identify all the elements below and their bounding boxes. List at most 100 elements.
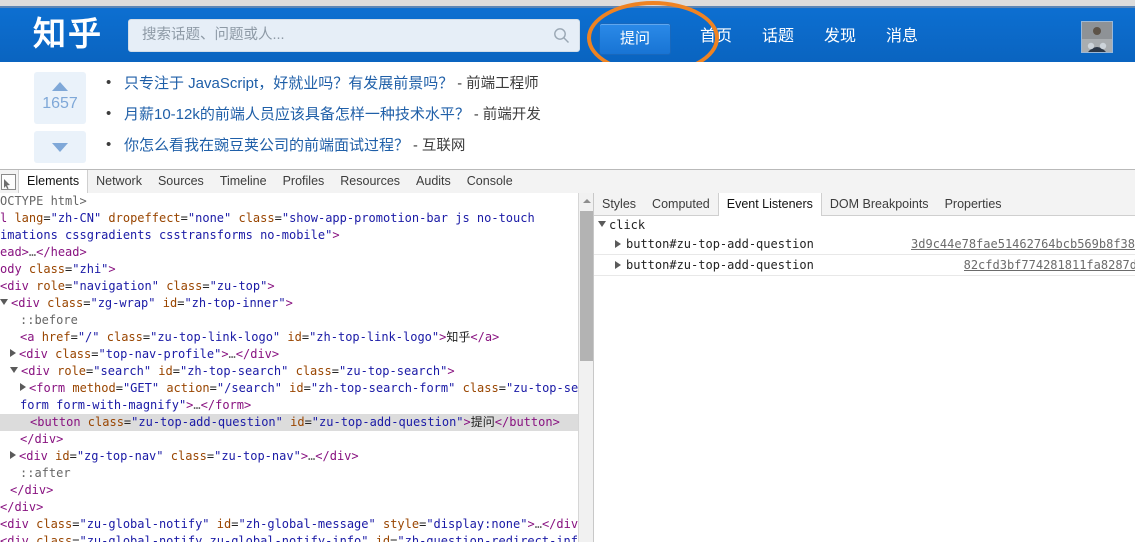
- nav-item-messages[interactable]: 消息: [886, 24, 918, 50]
- dom-node[interactable]: l lang="zh-CN" dropeffect="none" class="…: [0, 210, 578, 227]
- list-item: 你怎么看我在豌豆荚公司的前端面试过程？ - 互联网: [106, 135, 541, 156]
- devtools-tab-bar: Elements Network Sources Timeline Profiles Re…: [18, 169, 521, 194]
- dom-token: "zh-top-inner": [184, 296, 286, 310]
- dom-token: =: [331, 364, 339, 378]
- dom-token: "zu-top-search-: [505, 381, 578, 395]
- nav-item-topics[interactable]: 话题: [762, 24, 794, 50]
- search-icon[interactable]: [553, 27, 570, 44]
- dom-node[interactable]: imations cssgradients csstransforms no-m…: [0, 227, 578, 244]
- chevron-right-icon[interactable]: [10, 349, 16, 357]
- devtools-panel: Elements Network Sources Timeline Profiles Re…: [0, 169, 1135, 542]
- sidebar-tab-styles[interactable]: Styles: [594, 193, 644, 215]
- dom-node[interactable]: ::after: [0, 465, 578, 482]
- sidebar-tab-event-listeners[interactable]: Event Listeners: [717, 192, 822, 216]
- devtools-tab-resources[interactable]: Resources: [332, 170, 408, 193]
- question-link[interactable]: 月薪10-12k的前端人员应该具备怎样一种技术水平？: [124, 106, 470, 123]
- question-link[interactable]: 只专注于 JavaScript，好就业吗？有发展前景吗？: [124, 75, 453, 92]
- dom-token: ::before: [20, 313, 78, 327]
- site-logo[interactable]: 知乎: [33, 15, 103, 55]
- downvote-button[interactable]: [34, 131, 86, 163]
- dom-node-selected[interactable]: <button class="zu-top-add-question" id="…: [0, 414, 578, 431]
- devtools-tab-network[interactable]: Network: [88, 170, 150, 193]
- dom-token: class: [238, 211, 275, 225]
- dom-node[interactable]: ::before: [0, 312, 578, 329]
- scroll-up-arrow-icon[interactable]: [579, 193, 594, 208]
- sidebar-tab-properties[interactable]: Properties: [937, 193, 1010, 215]
- dom-token: role: [36, 279, 66, 293]
- dom-node[interactable]: <div class="top-nav-profile">…</div>: [0, 346, 578, 363]
- devtools-tab-audits[interactable]: Audits: [408, 170, 459, 193]
- dom-token: "zu-global-notify": [79, 517, 210, 531]
- dom-token: OCTYPE html>: [0, 194, 87, 208]
- page-content: 1657 只专注于 JavaScript，好就业吗？有发展前景吗？ - 前端工程…: [0, 62, 1135, 169]
- nav-item-home[interactable]: 首页: [700, 24, 732, 50]
- dom-node[interactable]: ead>…</head>: [0, 244, 578, 261]
- dom-token: 知乎: [446, 330, 471, 344]
- devtools-tab-sources[interactable]: Sources: [150, 170, 212, 193]
- devtools-tab-profiles[interactable]: Profiles: [275, 170, 333, 193]
- chevron-right-icon[interactable]: [20, 383, 26, 391]
- dom-token: ody: [0, 262, 29, 276]
- event-listener-row[interactable]: button#zu-top-add-question 3d9c44e78fae5…: [594, 234, 1135, 255]
- devtools-tab-elements[interactable]: Elements: [18, 169, 89, 194]
- dom-node[interactable]: OCTYPE html>: [0, 193, 578, 210]
- dom-token: …: [193, 398, 201, 412]
- dom-token: "zu-top-add-question": [311, 415, 464, 429]
- devtools-tab-timeline[interactable]: Timeline: [212, 170, 275, 193]
- dom-token: "zh-top-search": [179, 364, 289, 378]
- dom-node[interactable]: <a href="/" class="zu-top-link-logo" id=…: [0, 329, 578, 346]
- scrollbar-thumb[interactable]: [580, 211, 593, 361]
- listener-selector: button#zu-top-add-question: [626, 258, 814, 272]
- ask-question-button[interactable]: 提问: [599, 23, 671, 55]
- dom-token: =: [172, 364, 180, 378]
- dom-node[interactable]: <div role="search" id="zh-top-search" cl…: [0, 363, 578, 380]
- dom-node[interactable]: <div class="zg-wrap" id="zh-top-inner">: [0, 295, 578, 312]
- listener-source-link[interactable]: 3d9c44e78fae51462764bcb569b8f38: [911, 234, 1135, 254]
- dom-node[interactable]: </div>: [0, 499, 578, 516]
- listener-source-link[interactable]: 82cfd3bf774281811fa8287d: [964, 255, 1135, 275]
- dom-tree-scrollbar[interactable]: [578, 193, 594, 542]
- question-link[interactable]: 你怎么看我在豌豆荚公司的前端面试过程？: [124, 137, 409, 154]
- devtools-tab-console[interactable]: Console: [459, 170, 521, 193]
- event-group-click[interactable]: click: [594, 216, 1135, 234]
- dom-node[interactable]: <div id="zg-top-nav" class="zu-top-nav">…: [0, 448, 578, 465]
- dom-token: ead>: [0, 245, 29, 259]
- dom-tree[interactable]: OCTYPE html> l lang="zh-CN" dropeffect="n…: [0, 193, 578, 542]
- devtools-sidebar: Styles Computed Event Listeners DOM Breakpo…: [594, 192, 1135, 542]
- dom-token: class: [166, 279, 203, 293]
- event-listener-row[interactable]: button#zu-top-add-question 82cfd3bf77428…: [594, 255, 1135, 276]
- event-listeners-body: click button#zu-top-add-question 3d9c44e…: [594, 216, 1135, 542]
- chevron-right-icon[interactable]: [10, 451, 16, 459]
- dom-node[interactable]: ody class="zhi">: [0, 261, 578, 278]
- dom-node[interactable]: form form-with-magnify">…</form>: [0, 397, 578, 414]
- upvote-button[interactable]: 1657: [34, 72, 86, 124]
- dom-node[interactable]: <div class="zu-global-notify zu-global-n…: [0, 533, 578, 542]
- dom-token: </div>: [20, 432, 64, 446]
- sidebar-tab-dom-breakpoints[interactable]: DOM Breakpoints: [822, 193, 937, 215]
- chevron-right-icon[interactable]: [615, 261, 621, 269]
- dom-token: "zh-CN": [50, 211, 102, 225]
- dom-token: "zu-top": [209, 279, 268, 293]
- dom-token: "show-app-promotion-bar js no-touch: [281, 211, 535, 225]
- dom-token: class: [106, 330, 143, 344]
- nav-item-explore[interactable]: 发现: [824, 24, 856, 50]
- inspect-element-icon[interactable]: [1, 174, 16, 190]
- avatar[interactable]: [1081, 21, 1113, 53]
- dom-token: [376, 517, 383, 531]
- chevron-down-icon[interactable]: [598, 221, 606, 227]
- dom-token: >: [285, 296, 293, 310]
- chevron-down-icon[interactable]: [10, 367, 18, 373]
- search-box[interactable]: 搜索话题、问题或人...: [128, 19, 580, 52]
- dom-node[interactable]: <form method="GET" action="/search" id="…: [0, 380, 578, 397]
- sidebar-tab-computed[interactable]: Computed: [644, 193, 718, 215]
- chevron-down-icon[interactable]: [0, 299, 8, 305]
- dom-node[interactable]: </div>: [0, 482, 578, 499]
- chevron-right-icon[interactable]: [615, 240, 621, 248]
- search-input[interactable]: 搜索话题、问题或人...: [142, 20, 542, 51]
- dom-token: =: [115, 381, 123, 395]
- dom-node[interactable]: </div>: [0, 431, 578, 448]
- dom-token: class: [295, 364, 332, 378]
- dom-node[interactable]: <div class="zu-global-notify" id="zh-glo…: [0, 516, 578, 533]
- dom-node[interactable]: <div role="navigation" class="zu-top">: [0, 278, 578, 295]
- dom-token: "zh-question-redirect-info": [397, 534, 578, 542]
